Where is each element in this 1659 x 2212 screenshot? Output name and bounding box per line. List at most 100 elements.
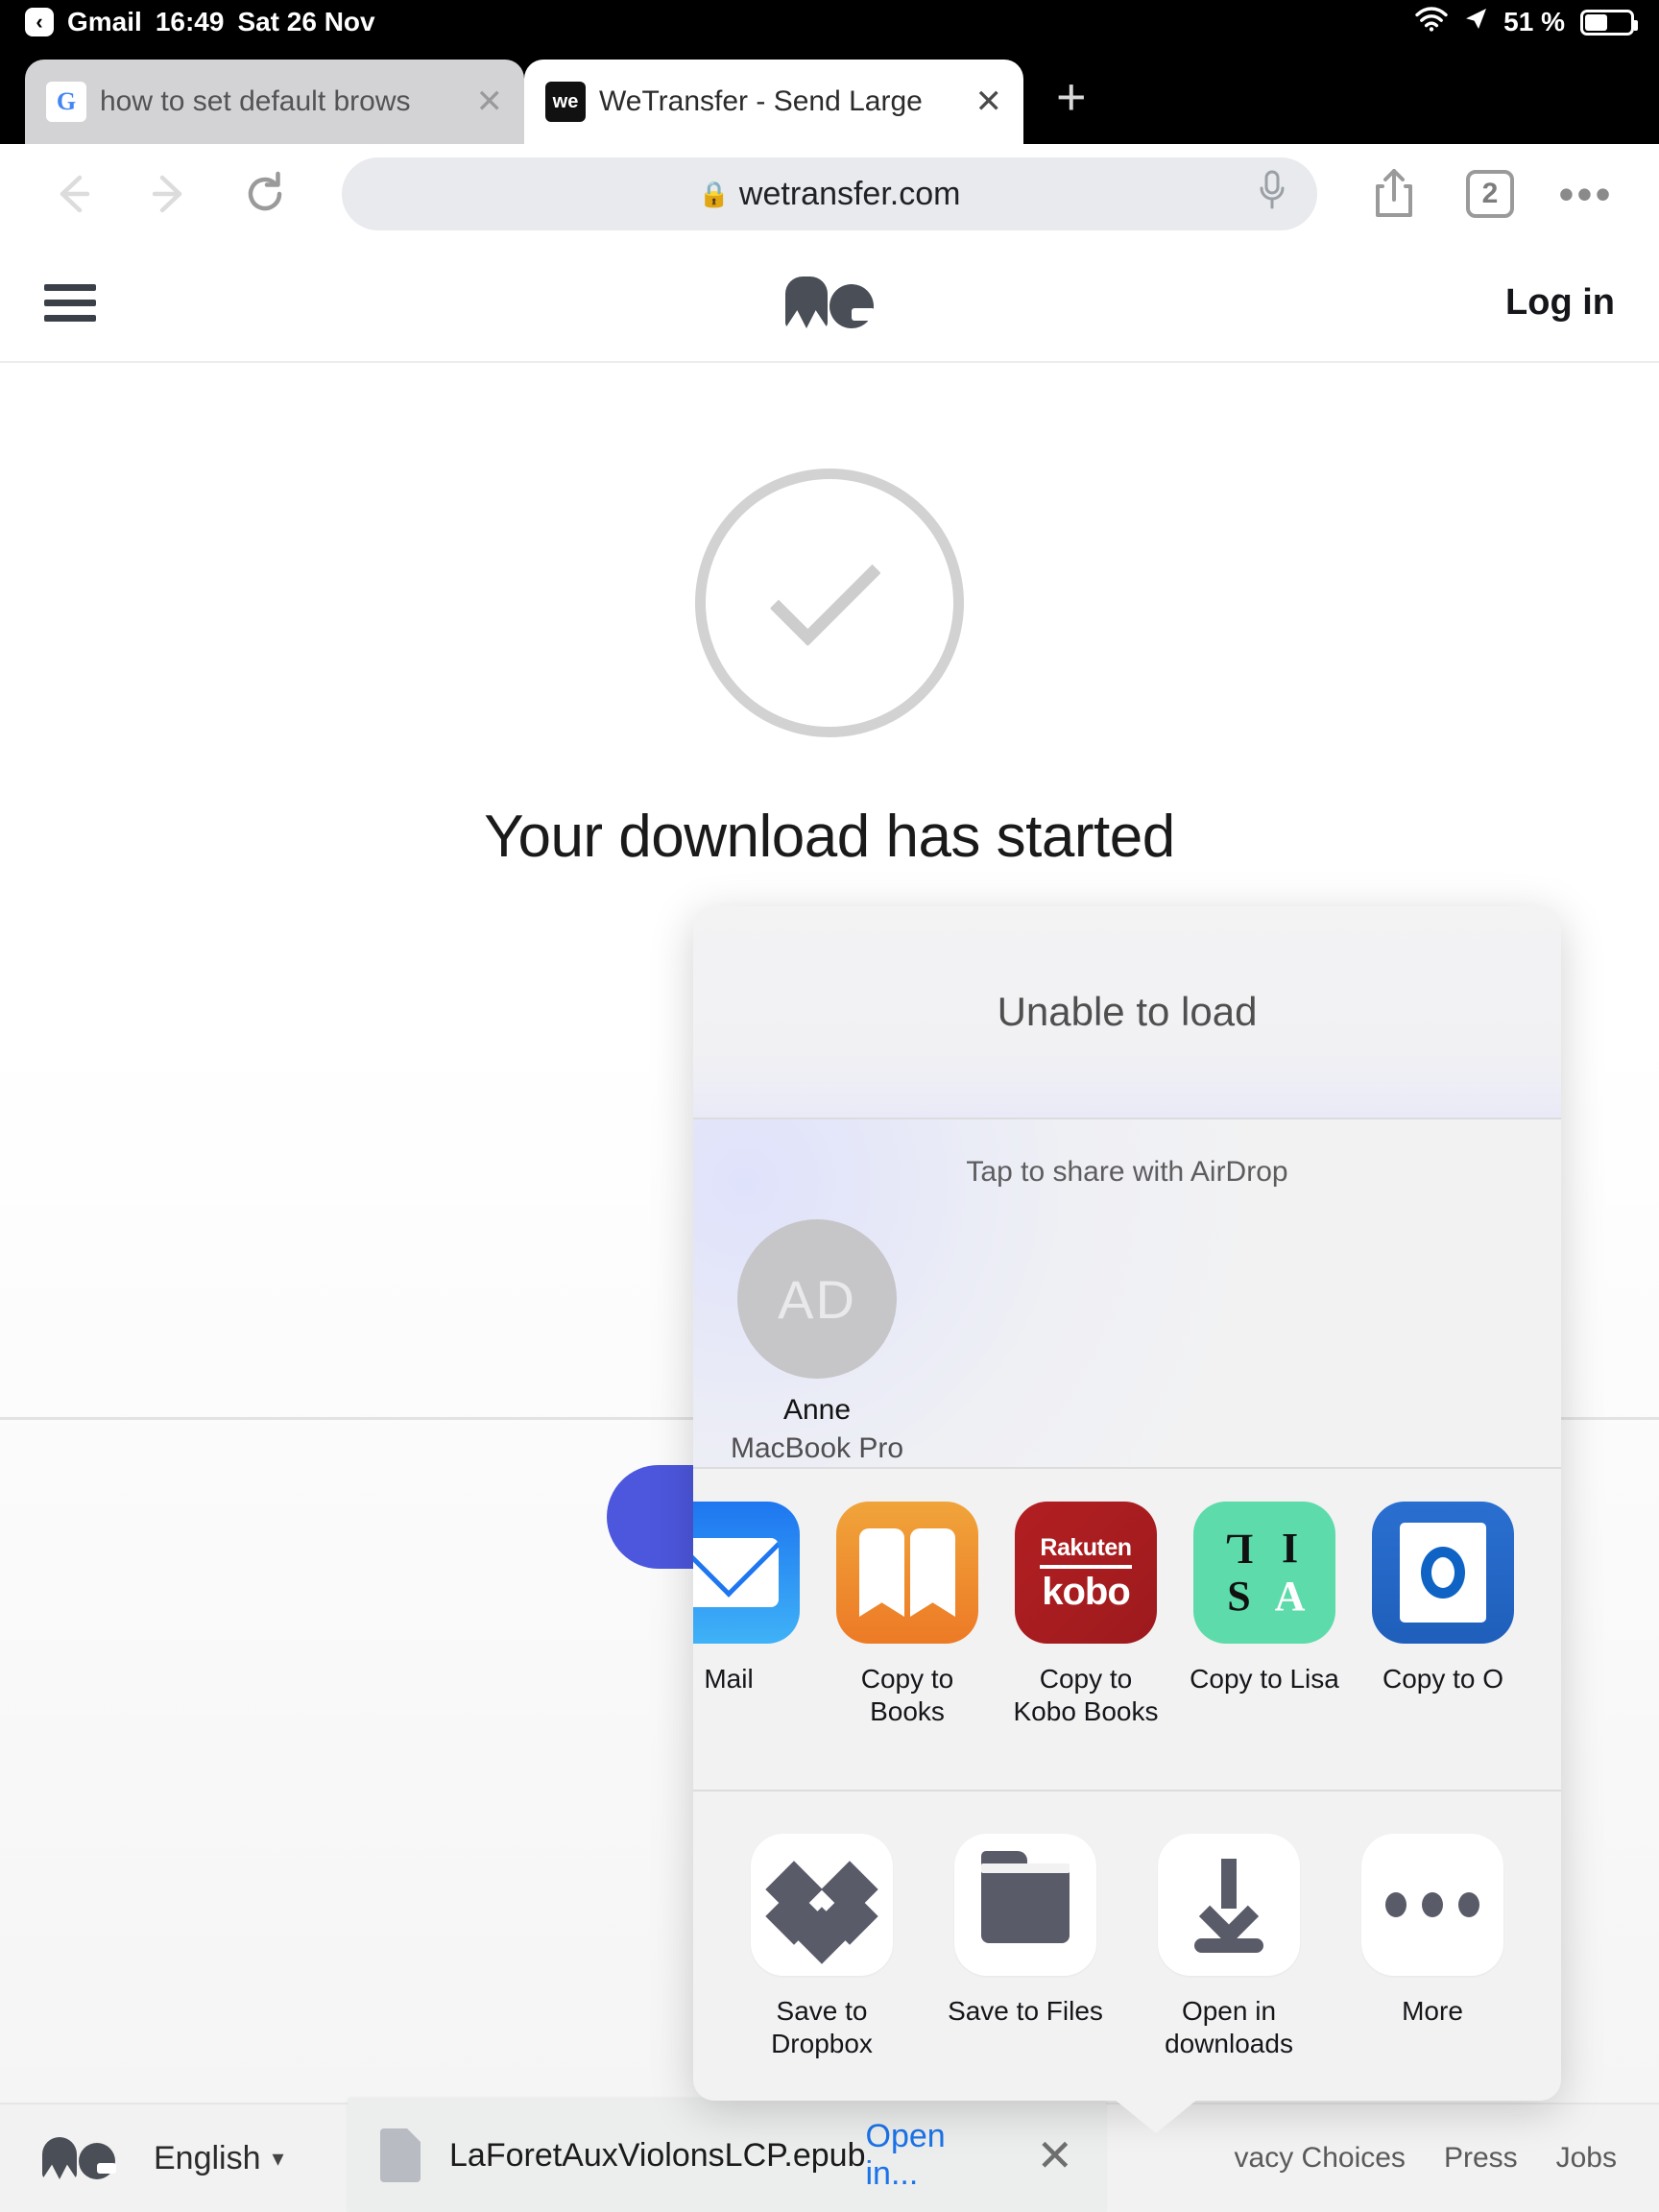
- status-date: Sat 26 Nov: [237, 7, 375, 36]
- airdrop-device-model: MacBook Pro: [730, 1432, 904, 1464]
- share-app-outlook[interactable]: Copy to O: [1354, 1502, 1532, 1695]
- logo-e-shape: [79, 2143, 116, 2179]
- wetransfer-logo[interactable]: [785, 276, 875, 328]
- books-app-icon: [836, 1502, 978, 1644]
- login-link[interactable]: Log in: [1505, 282, 1615, 324]
- avatar: AD: [737, 1219, 897, 1379]
- open-in-link[interactable]: Open in...: [866, 2118, 993, 2193]
- action-more[interactable]: More: [1336, 1834, 1528, 2028]
- share-app-label: Copy to Kobo Books: [1013, 1664, 1159, 1727]
- chevron-down-icon: ▾: [272, 2145, 284, 2172]
- status-time: 16:49: [155, 7, 225, 36]
- browser-tab-2[interactable]: we WeTransfer - Send Large ✕: [524, 60, 1023, 144]
- more-horizontal-icon[interactable]: •••: [1542, 150, 1630, 238]
- airdrop-device-item[interactable]: AD Anne MacBook Pro: [728, 1219, 906, 1465]
- address-bar-url: wetransfer.com: [738, 175, 961, 212]
- page-title: Your download has started: [484, 804, 1175, 870]
- browser-toolbar: 🔒 wetransfer.com 2 •••: [0, 144, 1659, 244]
- share-action-row[interactable]: Save to Dropbox Save to Files Open in do…: [693, 1791, 1561, 2097]
- status-bar-left: ‹ Gmail 16:49 Sat 26 Nov: [25, 7, 375, 37]
- microphone-icon[interactable]: [1256, 169, 1288, 220]
- browser-tab-1-title: how to set default brows: [100, 85, 411, 117]
- share-app-lisa[interactable]: L I S A Copy to Lisa: [1175, 1502, 1354, 1695]
- location-arrow-icon: [1463, 7, 1488, 38]
- share-app-mail[interactable]: Mail: [693, 1502, 818, 1695]
- hamburger-menu-icon[interactable]: [44, 283, 96, 322]
- language-selector[interactable]: English ▾: [154, 2140, 284, 2177]
- browser-tab-2-title: WeTransfer - Send Large: [599, 85, 923, 117]
- browser-tab-2-close-icon[interactable]: ✕: [970, 85, 1003, 118]
- lisa-letter-i: I: [1281, 1525, 1299, 1572]
- action-open-in-downloads[interactable]: Open in downloads: [1133, 1834, 1325, 2060]
- share-app-books[interactable]: Copy to Books: [818, 1502, 997, 1728]
- browser-tab-1-close-icon[interactable]: ✕: [470, 85, 504, 118]
- tab-count-button[interactable]: 2: [1446, 150, 1534, 238]
- footer-link-privacy-choices[interactable]: vacy Choices: [1235, 2142, 1406, 2175]
- arrow-left-icon[interactable]: [29, 150, 117, 238]
- lisa-letter-s: S: [1227, 1573, 1251, 1620]
- footer-link-press[interactable]: Press: [1444, 2142, 1518, 2175]
- share-app-label: Mail: [704, 1664, 754, 1694]
- share-preview-status: Unable to load: [693, 906, 1561, 1119]
- folder-icon: [954, 1834, 1096, 1976]
- action-label: Save to Dropbox: [771, 1996, 873, 2059]
- google-icon: G: [46, 82, 86, 122]
- battery-percent-label: 51 %: [1503, 7, 1565, 36]
- kobo-brand-bottom: kobo: [1042, 1571, 1131, 1613]
- battery-fill: [1585, 13, 1608, 31]
- wetransfer-icon: we: [545, 82, 586, 122]
- action-label: More: [1402, 1996, 1463, 2026]
- share-app-row[interactable]: Mail Copy to Books Rakuten kobo Copy to …: [693, 1469, 1561, 1791]
- site-header: Log in: [0, 244, 1659, 363]
- share-app-label: Copy to O: [1382, 1664, 1504, 1694]
- share-app-label: Copy to Books: [860, 1664, 954, 1727]
- action-label: Save to Files: [948, 1996, 1103, 2026]
- kobo-app-icon: Rakuten kobo: [1015, 1502, 1157, 1644]
- action-save-to-dropbox[interactable]: Save to Dropbox: [726, 1834, 918, 2060]
- new-tab-button[interactable]: +: [1056, 71, 1087, 123]
- status-back-app-label: Gmail: [67, 7, 142, 36]
- action-label: Open in downloads: [1165, 1996, 1293, 2059]
- status-bar-right: 51 %: [1415, 6, 1638, 38]
- share-app-kobo[interactable]: Rakuten kobo Copy to Kobo Books: [997, 1502, 1175, 1728]
- dropbox-icon: [751, 1834, 893, 1976]
- reload-icon[interactable]: [221, 150, 309, 238]
- mail-app-icon: [693, 1502, 800, 1644]
- browser-tab-1[interactable]: G how to set default brows ✕: [25, 60, 524, 144]
- address-bar[interactable]: 🔒 wetransfer.com: [342, 157, 1317, 230]
- airdrop-device-name: Anne: [782, 1394, 852, 1426]
- share-app-label: Copy to Lisa: [1190, 1664, 1339, 1694]
- ios-status-bar: ‹ Gmail 16:49 Sat 26 Nov 51 %: [0, 0, 1659, 44]
- battery-icon: [1580, 9, 1638, 36]
- address-bar-content: 🔒 wetransfer.com: [369, 176, 1290, 213]
- logo-w-shape: [42, 2137, 77, 2179]
- browser-tab-strip: G how to set default brows ✕ we WeTransf…: [0, 44, 1659, 144]
- logo-e-shape: [830, 284, 875, 328]
- chevron-left-icon[interactable]: ‹: [25, 8, 54, 36]
- action-save-to-files[interactable]: Save to Files: [929, 1834, 1121, 2028]
- more-horizontal-icon: [1361, 1834, 1503, 1976]
- footer-link-jobs[interactable]: Jobs: [1556, 2142, 1617, 2175]
- close-icon[interactable]: ✕: [1036, 2133, 1073, 2177]
- lisa-app-icon: L I S A: [1193, 1502, 1335, 1644]
- share-icon[interactable]: [1350, 150, 1438, 238]
- tab-count-label: 2: [1466, 170, 1514, 218]
- document-icon: [380, 2128, 421, 2182]
- download-notification-bar: LaForetAuxViolonsLCP.epub Open in... ✕: [348, 2099, 1106, 2212]
- airdrop-section: Tap to share with AirDrop AD Anne MacBoo…: [693, 1119, 1561, 1469]
- download-arrow-icon: [1158, 1834, 1300, 1976]
- arrow-right-icon[interactable]: [125, 150, 213, 238]
- lock-icon: 🔒: [698, 179, 730, 208]
- wifi-icon: [1415, 6, 1448, 38]
- downloaded-file-name: LaForetAuxViolonsLCP.epub: [449, 2136, 866, 2174]
- airdrop-title: Tap to share with AirDrop: [966, 1156, 1288, 1188]
- lisa-letter-l: L: [1224, 1526, 1254, 1573]
- ios-share-sheet: Unable to load Tap to share with AirDrop…: [693, 906, 1561, 2133]
- lisa-letter-a: A: [1274, 1573, 1306, 1620]
- language-label: English: [154, 2139, 261, 2176]
- logo-w-shape: [785, 276, 828, 328]
- footer-links: vacy Choices Press Jobs: [1235, 2142, 1617, 2175]
- footer-wetransfer-logo[interactable]: [42, 2137, 116, 2179]
- kobo-brand-top: Rakuten: [1040, 1534, 1132, 1569]
- share-sheet-tail: [1114, 2099, 1198, 2133]
